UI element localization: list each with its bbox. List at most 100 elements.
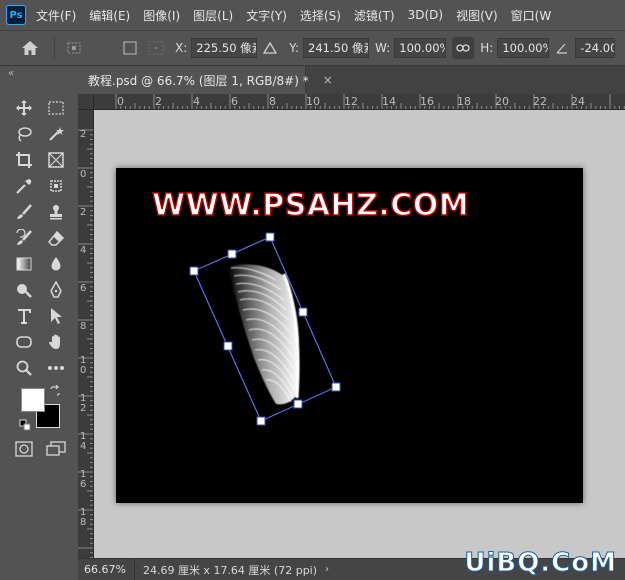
ruler-label: 1 6: [80, 469, 87, 490]
hand-tool[interactable]: [44, 330, 68, 354]
ruler-label: 6: [231, 95, 238, 108]
more-tools-button[interactable]: [44, 356, 68, 380]
reference-grid-icon[interactable]: [147, 40, 165, 56]
menu-edit[interactable]: 编辑(E): [89, 7, 130, 24]
quick-mask-button[interactable]: [12, 437, 36, 461]
site-watermark: UiBQ.CoM: [464, 548, 617, 579]
w-label: W:: [375, 41, 391, 55]
shape-tool[interactable]: [12, 330, 36, 354]
divider: [54, 36, 55, 60]
delta-icon[interactable]: [261, 40, 279, 56]
menu-filter[interactable]: 滤镜(T): [354, 7, 395, 24]
menu-select[interactable]: 选择(S): [300, 7, 341, 24]
move-tool[interactable]: [12, 96, 36, 120]
status-menu-icon[interactable]: ›: [325, 564, 329, 575]
x-label: X:: [175, 41, 188, 55]
history-brush-icon: [16, 229, 32, 245]
dodge-icon: [17, 284, 32, 298]
stamp-icon: [50, 205, 62, 220]
link-icon: [456, 44, 470, 52]
eyedropper-icon: [16, 179, 32, 194]
menu-layer[interactable]: 图层(L): [193, 7, 233, 24]
lasso-tool[interactable]: [12, 122, 36, 146]
rotation-field[interactable]: -24.00: [575, 38, 616, 58]
menu-3d[interactable]: 3D(D): [408, 8, 443, 22]
photoshop-logo: Ps: [6, 5, 26, 25]
ruler-label: 4: [80, 245, 87, 256]
pen-icon: [50, 281, 62, 298]
height-field[interactable]: 100.00%: [497, 38, 550, 58]
gradient-tool[interactable]: [12, 252, 36, 276]
rounded-rectangle-icon: [16, 336, 32, 348]
frame-tool[interactable]: [44, 148, 68, 172]
crop-tool[interactable]: [12, 148, 36, 172]
menu-type[interactable]: 文字(Y): [246, 7, 287, 24]
ruler-label: 1 0: [80, 355, 87, 376]
feather-shape: [228, 264, 300, 405]
eraser-tool[interactable]: [44, 226, 68, 250]
frame-icon: [48, 152, 64, 168]
dodge-tool[interactable]: [12, 278, 36, 302]
ellipsis-icon: [48, 366, 64, 370]
clone-stamp-tool[interactable]: [44, 200, 68, 224]
brush-icon: [17, 204, 32, 219]
magic-wand-tool[interactable]: [44, 122, 68, 146]
menu-image[interactable]: 图像(I): [143, 7, 180, 24]
menu-file[interactable]: 文件(F): [36, 7, 76, 24]
y-field[interactable]: 241.50 像素: [303, 38, 370, 58]
menu-window[interactable]: 窗口(W: [511, 7, 552, 24]
magic-wand-icon: [49, 127, 64, 141]
document-tab[interactable]: 教程.psd @ 66.7% (图层 1, RGB/8#) * ×: [78, 66, 333, 94]
ruler-label: 1 2: [80, 393, 87, 414]
close-tab-icon[interactable]: ×: [323, 73, 333, 87]
swap-arrows-icon: [50, 385, 60, 396]
marquee-tool[interactable]: [44, 96, 68, 120]
spot-healing-tool[interactable]: [44, 174, 68, 198]
screen-mode-icon: [46, 441, 66, 456]
swap-colors-button[interactable]: [48, 384, 62, 398]
zoom-level[interactable]: 66.67%: [78, 558, 135, 580]
document-canvas[interactable]: WWW.PSAHZ.COM: [116, 168, 583, 503]
home-button[interactable]: [12, 34, 48, 62]
horizontal-ruler[interactable]: 0 2 4 6 8 10 12 14 16 18 20 22 24: [78, 94, 625, 110]
width-field[interactable]: 100.00%: [394, 38, 447, 58]
x-field[interactable]: 225.50 像素: [191, 38, 258, 58]
vertical-ruler[interactable]: 2 0 2 4 6 8 1 0 1 2 1 4 1 6 1 8: [78, 110, 94, 558]
ruler-label: 0: [117, 95, 124, 108]
pen-tool[interactable]: [44, 278, 68, 302]
ruler-label: 12: [344, 95, 358, 108]
gradient-icon: [16, 257, 32, 271]
document-tab-bar: 教程.psd @ 66.7% (图层 1, RGB/8#) * ×: [78, 66, 625, 94]
home-icon: [22, 41, 38, 55]
history-brush-tool[interactable]: [12, 226, 36, 250]
screen-mode-button[interactable]: [44, 437, 68, 461]
path-selection-tool[interactable]: [44, 304, 68, 328]
maintain-aspect-button[interactable]: [452, 37, 475, 59]
reference-point-icon[interactable]: [65, 40, 83, 56]
arrow-cursor-icon: [51, 308, 62, 324]
menu-view[interactable]: 视图(V): [456, 7, 498, 24]
collapse-panel-button[interactable]: «: [8, 68, 14, 79]
default-colors-icon: [19, 419, 31, 431]
default-colors-button[interactable]: [18, 418, 32, 432]
ruler-label: 8: [269, 95, 276, 108]
crop-icon: [16, 152, 32, 168]
ruler-label: 24: [571, 95, 585, 108]
eyedropper-tool[interactable]: [12, 174, 36, 198]
ruler-label: 2: [80, 129, 87, 140]
ruler-label: 14: [382, 95, 396, 108]
reference-checkbox[interactable]: [121, 40, 139, 56]
options-bar: X: 225.50 像素 Y: 241.50 像素 W: 100.00% H: …: [0, 30, 625, 66]
blur-tool[interactable]: [44, 252, 68, 276]
zoom-tool[interactable]: [12, 356, 36, 380]
lasso-icon: [18, 127, 32, 142]
ruler-label: 1 4: [80, 431, 87, 452]
ruler-origin[interactable]: [78, 94, 94, 110]
ruler-label: 4: [193, 95, 200, 108]
ruler-label: 1 8: [80, 507, 87, 528]
ruler-label: 20: [495, 95, 509, 108]
foreground-color-swatch[interactable]: [21, 388, 45, 412]
move-icon: [16, 100, 32, 116]
type-tool[interactable]: [12, 304, 36, 328]
brush-tool[interactable]: [12, 200, 36, 224]
